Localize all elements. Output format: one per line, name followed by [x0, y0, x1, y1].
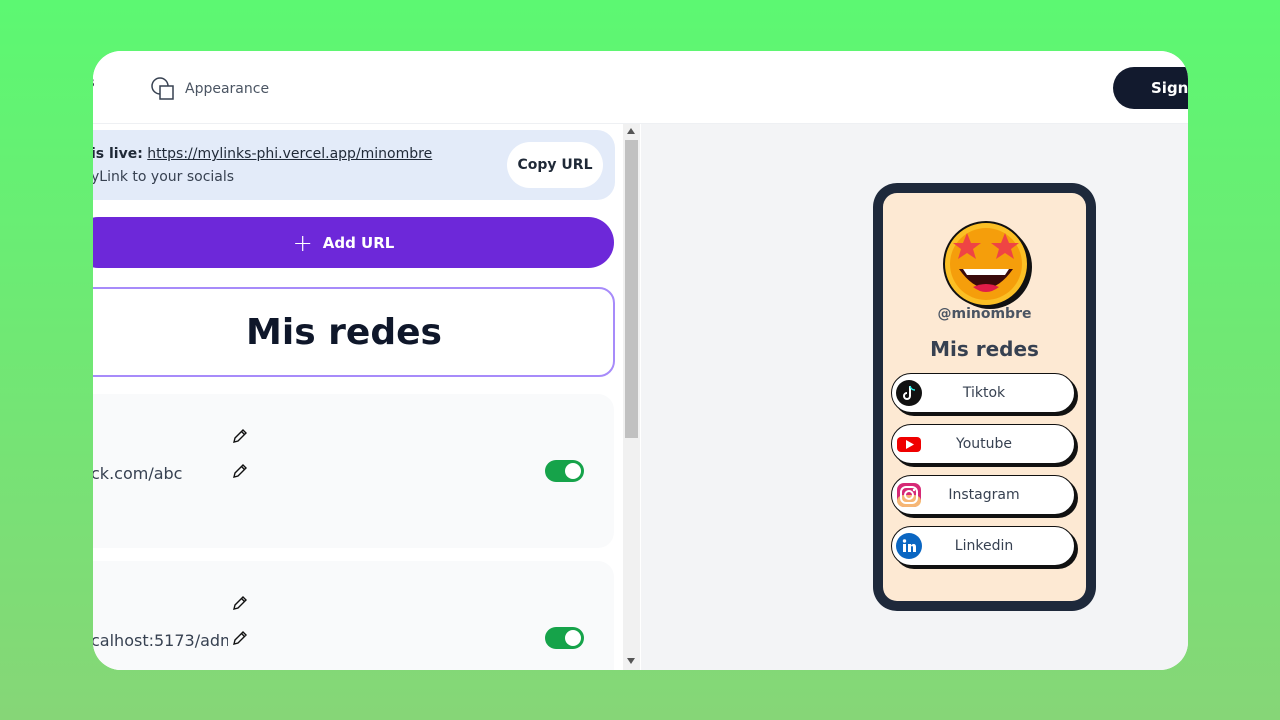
link-card: ck.com/abc	[93, 394, 614, 548]
page-title-input[interactable]: Mis redes	[93, 287, 615, 377]
pencil-icon[interactable]	[231, 462, 249, 480]
shapes-icon	[151, 77, 174, 100]
preview-title: Mis redes	[930, 337, 1039, 361]
social-label: Youtube	[956, 436, 1012, 452]
live-status: is live: https://mylinks-phi.vercel.app/…	[93, 146, 432, 162]
preview-username: @minombre	[937, 306, 1032, 322]
social-button-linkedin[interactable]: Linkedin	[891, 526, 1075, 566]
add-url-button[interactable]: + Add URL	[93, 217, 614, 268]
link-url[interactable]: ck.com/abc	[93, 464, 228, 483]
scroll-thumb[interactable]	[625, 140, 638, 438]
social-button-youtube[interactable]: Youtube	[891, 424, 1075, 464]
pencil-icon[interactable]	[231, 629, 249, 647]
links-panel: is live: https://mylinks-phi.vercel.app/…	[93, 124, 641, 670]
scroll-up-arrow[interactable]	[627, 128, 635, 134]
live-banner: is live: https://mylinks-phi.vercel.app/…	[93, 130, 615, 200]
pencil-icon[interactable]	[231, 427, 249, 445]
star-struck-emoji-avatar	[943, 221, 1032, 309]
preview-panel: @minombre Mis redes Tiktok Youtube Insta…	[641, 124, 1188, 670]
social-label: Linkedin	[954, 538, 1014, 554]
link-card: calhost:5173/adm	[93, 561, 614, 670]
tab-links[interactable]: ks	[93, 75, 95, 91]
live-prefix: is live:	[93, 146, 143, 162]
scroll-down-arrow[interactable]	[627, 658, 635, 664]
page-title-text: Mis redes	[246, 311, 442, 353]
top-header: ks Appearance Sign	[93, 51, 1188, 124]
social-button-tiktok[interactable]: Tiktok	[891, 373, 1075, 413]
share-text: yLink to your socials	[93, 169, 235, 185]
copy-url-button[interactable]: Copy URL	[507, 142, 603, 188]
plus-icon: +	[292, 228, 313, 257]
app-window: ks Appearance Sign is live: https://myli…	[93, 51, 1188, 670]
social-label: Instagram	[948, 487, 1020, 503]
social-button-instagram[interactable]: Instagram	[891, 475, 1075, 515]
link-toggle[interactable]	[545, 460, 584, 482]
phone-screen: @minombre Mis redes Tiktok Youtube Insta…	[883, 193, 1086, 601]
phone-mockup: @minombre Mis redes Tiktok Youtube Insta…	[873, 183, 1096, 611]
link-url[interactable]: calhost:5173/adm	[93, 631, 228, 650]
pencil-icon[interactable]	[231, 594, 249, 612]
sign-button[interactable]: Sign	[1113, 67, 1188, 109]
link-toggle[interactable]	[545, 627, 584, 649]
live-url-link[interactable]: https://mylinks-phi.vercel.app/minombre	[147, 146, 432, 162]
tab-appearance-label: Appearance	[185, 81, 270, 97]
scrollbar[interactable]	[623, 124, 640, 670]
add-url-label: Add URL	[322, 233, 395, 252]
tab-appearance[interactable]: Appearance	[149, 75, 269, 103]
social-label: Tiktok	[962, 385, 1006, 401]
